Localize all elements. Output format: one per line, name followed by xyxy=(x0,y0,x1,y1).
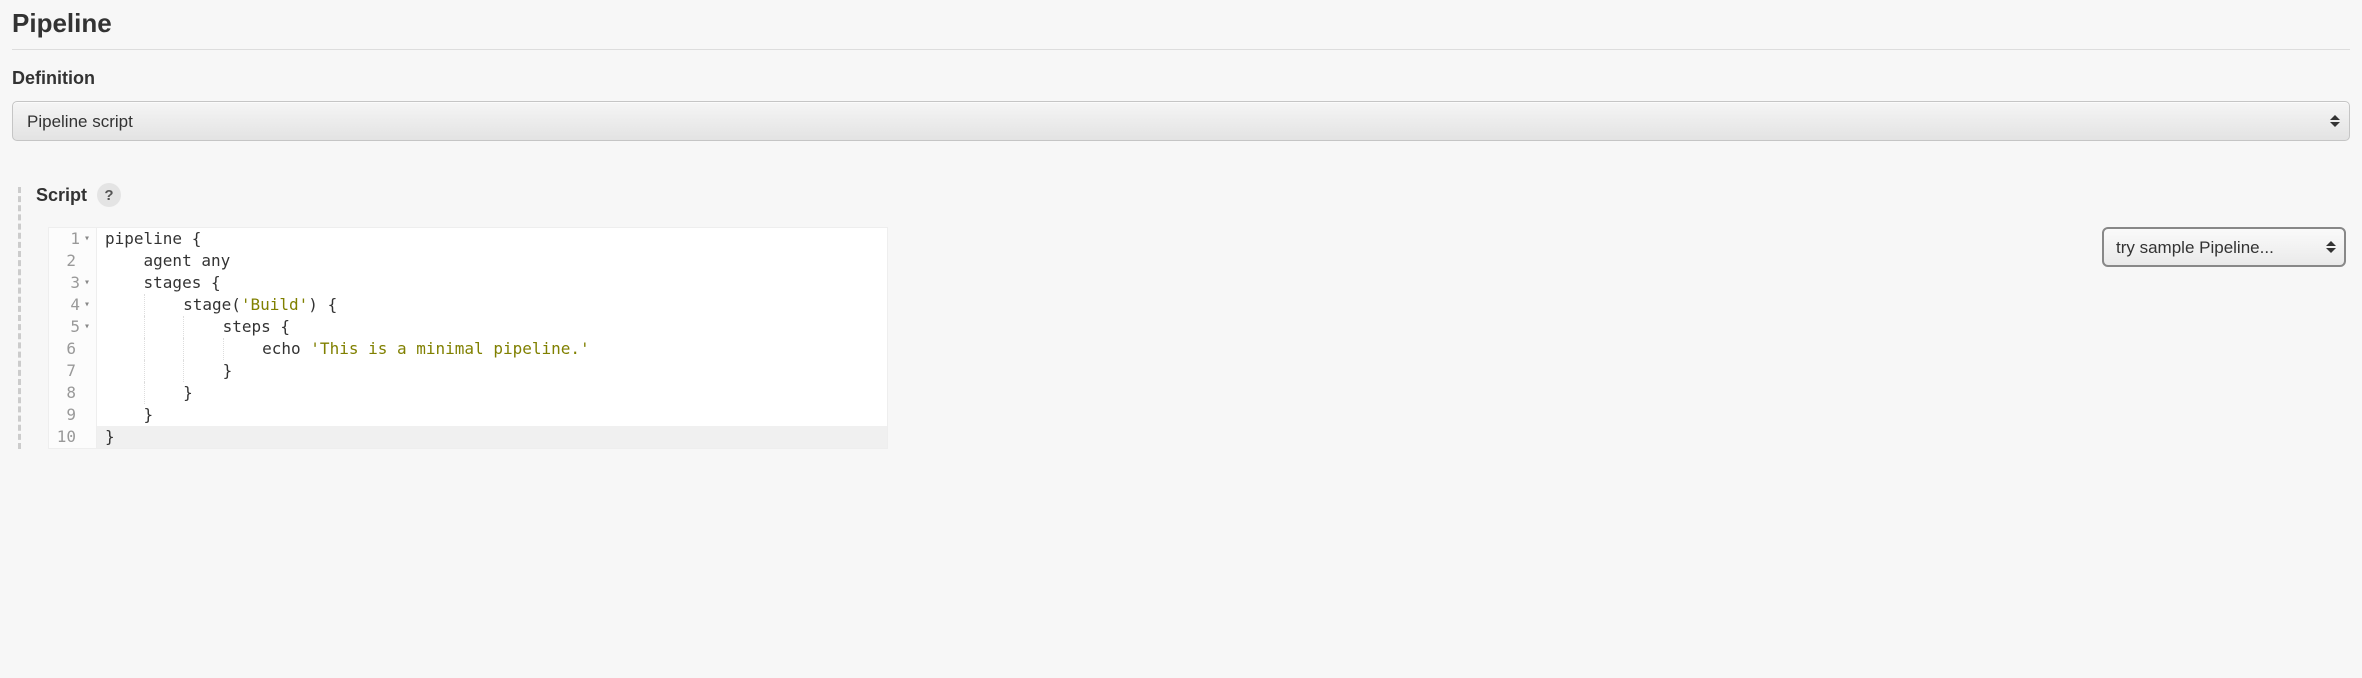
line-number-gutter: 8 xyxy=(49,382,97,404)
code-content[interactable]: } xyxy=(97,382,193,404)
line-number-gutter: 4▾ xyxy=(49,294,97,316)
code-content[interactable]: stage('Build') { xyxy=(97,294,337,316)
fold-toggle-icon[interactable]: ▾ xyxy=(84,228,90,250)
code-content[interactable]: steps { xyxy=(97,316,290,338)
code-line[interactable]: 4▾ stage('Build') { xyxy=(49,294,887,316)
line-number-gutter: 10 xyxy=(49,426,97,448)
script-label: Script xyxy=(36,185,87,206)
definition-select[interactable]: Pipeline script xyxy=(12,101,2350,141)
code-line[interactable]: 7 } xyxy=(49,360,887,382)
code-content[interactable]: } xyxy=(97,426,115,448)
code-line[interactable]: 5▾ steps { xyxy=(49,316,887,338)
line-number-gutter: 6 xyxy=(49,338,97,360)
code-content[interactable]: } xyxy=(97,360,232,382)
code-editor[interactable]: 1▾pipeline {2 agent any3▾ stages {4▾ sta… xyxy=(48,227,888,449)
line-number-gutter: 9 xyxy=(49,404,97,426)
code-content[interactable]: echo 'This is a minimal pipeline.' xyxy=(97,338,590,360)
code-line[interactable]: 8 } xyxy=(49,382,887,404)
code-line[interactable]: 10} xyxy=(49,426,887,448)
code-line[interactable]: 2 agent any xyxy=(49,250,887,272)
definition-select-wrapper: Pipeline script xyxy=(12,101,2350,141)
fold-toggle-icon[interactable]: ▾ xyxy=(84,294,90,316)
fold-toggle-icon[interactable]: ▾ xyxy=(84,272,90,294)
code-content[interactable]: pipeline { xyxy=(97,228,201,250)
code-content[interactable]: } xyxy=(97,404,153,426)
line-number-gutter: 3▾ xyxy=(49,272,97,294)
sample-pipeline-select[interactable]: try sample Pipeline... xyxy=(2102,227,2346,267)
line-number-gutter: 5▾ xyxy=(49,316,97,338)
drag-rail xyxy=(18,187,21,449)
line-number-gutter: 7 xyxy=(49,360,97,382)
script-header: Script ? xyxy=(36,183,2350,207)
help-icon[interactable]: ? xyxy=(97,183,121,207)
section-title: Pipeline xyxy=(12,0,2350,50)
line-number-gutter: 1▾ xyxy=(49,228,97,250)
definition-label: Definition xyxy=(12,68,2350,89)
line-number-gutter: 2 xyxy=(49,250,97,272)
code-line[interactable]: 1▾pipeline { xyxy=(49,228,887,250)
code-content[interactable]: agent any xyxy=(97,250,230,272)
code-content[interactable]: stages { xyxy=(97,272,221,294)
sample-pipeline-select-wrapper: try sample Pipeline... xyxy=(2102,227,2346,267)
script-section: Script ? 1▾pipeline {2 agent any3▾ stage… xyxy=(12,183,2350,449)
code-line[interactable]: 3▾ stages { xyxy=(49,272,887,294)
code-line[interactable]: 9 } xyxy=(49,404,887,426)
fold-toggle-icon[interactable]: ▾ xyxy=(84,316,90,338)
code-line[interactable]: 6 echo 'This is a minimal pipeline.' xyxy=(49,338,887,360)
